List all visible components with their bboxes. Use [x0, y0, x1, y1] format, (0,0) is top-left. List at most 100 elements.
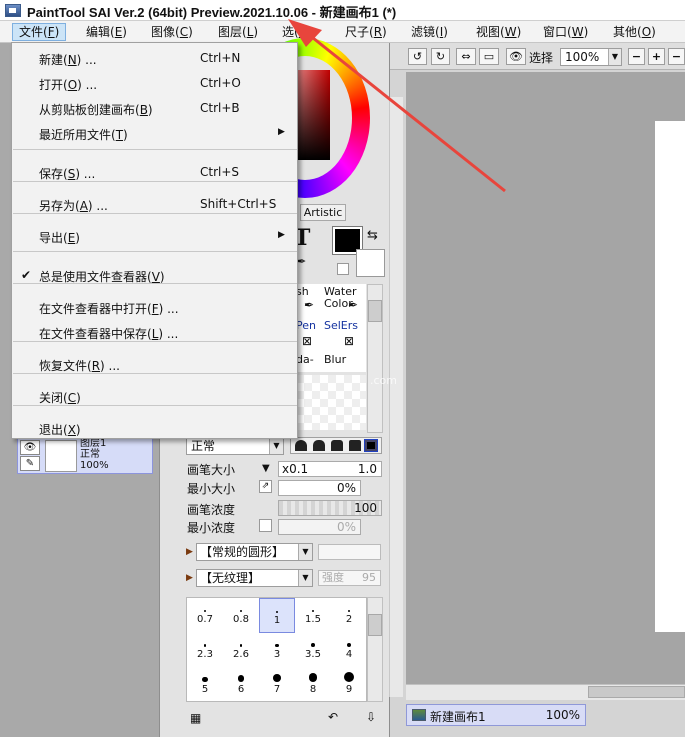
- min-density-checkbox[interactable]: [259, 519, 272, 532]
- tab-artistic[interactable]: Artistic: [300, 204, 346, 221]
- brush-shape-select[interactable]: 【常规的圆形】: [196, 543, 313, 561]
- brush-size-cell[interactable]: 2.6: [223, 633, 259, 668]
- tool-list-scroll-thumb[interactable]: [368, 300, 382, 322]
- eyedropper-icon[interactable]: ✒: [297, 255, 306, 268]
- chevron-down-icon[interactable]: ▼: [298, 544, 312, 560]
- file-menu-item[interactable]: 保存(S) ... Ctrl+S: [13, 161, 297, 185]
- file-menu-item[interactable]: 退出(X): [13, 417, 297, 441]
- min-size-field[interactable]: 0%: [278, 480, 361, 496]
- file-menu-item[interactable]: 恢复文件(R) ...: [13, 353, 297, 377]
- brush-tool-icon[interactable]: ✒: [304, 298, 314, 312]
- menu-item-8[interactable]: 窗口(W): [537, 23, 594, 41]
- reset-view-icon[interactable]: ▭: [479, 48, 499, 65]
- brush-size-cell[interactable]: 1.5: [295, 598, 331, 633]
- canvas-paper[interactable]: [655, 121, 685, 632]
- menu-item-3[interactable]: 图层(L): [212, 23, 264, 41]
- brush-size-field[interactable]: x0.1 1.0: [278, 461, 382, 477]
- brush-size-cell[interactable]: 2.3: [187, 633, 223, 668]
- brush-tool-icon[interactable]: ✒: [348, 298, 358, 312]
- size-dropdown-icon[interactable]: ▼: [262, 463, 270, 474]
- file-menu-item-label: 打开(O) ...: [39, 78, 98, 92]
- min-density-field[interactable]: 0%: [278, 519, 361, 535]
- file-menu-item[interactable]: ✔ 总是使用文件查看器(V): [13, 264, 297, 288]
- menu-item-7[interactable]: 视图(W): [470, 23, 527, 41]
- brush-size-cell[interactable]: 1: [259, 598, 295, 633]
- background-color-swatch[interactable]: [356, 249, 385, 277]
- shape-param-field[interactable]: [318, 544, 381, 560]
- tool-label[interactable]: SelErs: [324, 320, 358, 332]
- brush-size-cell[interactable]: 3: [259, 633, 295, 668]
- shape-hard-icon[interactable]: [349, 440, 361, 451]
- import-icon[interactable]: ⇩: [366, 710, 376, 724]
- file-menu-item-label: 另存为(A) ...: [39, 199, 108, 213]
- file-menu-item[interactable]: 在文件查看器中保存(L) ...: [13, 321, 297, 345]
- canvas-tab[interactable]: 新建画布1 100%: [406, 704, 586, 726]
- transparent-color-icon[interactable]: [337, 263, 349, 275]
- rotate-right-icon[interactable]: ↻: [431, 48, 450, 65]
- brush-size-cell[interactable]: 0.8: [223, 598, 259, 633]
- size-grid-scroll-thumb[interactable]: [368, 614, 382, 636]
- shape-medium-icon[interactable]: [331, 440, 343, 451]
- panel-scrollbar[interactable]: [389, 97, 403, 697]
- brush-tool-icon[interactable]: ⊠: [302, 334, 312, 348]
- rotate-left-icon[interactable]: ↺: [408, 48, 427, 65]
- texture-strength-field[interactable]: 强度 95: [318, 570, 381, 586]
- menu-item-6[interactable]: 滤镜(I): [405, 23, 454, 41]
- shape-square-icon[interactable]: [364, 439, 378, 452]
- shape-soft-icon[interactable]: [313, 440, 325, 451]
- pencil-icon[interactable]: ✎: [20, 456, 40, 471]
- brush-size-cell[interactable]: 6: [223, 668, 259, 703]
- tool-label[interactable]: Pen: [296, 320, 316, 332]
- file-menu-item[interactable]: 导出(E) ▶: [13, 225, 297, 249]
- file-menu-item[interactable]: 新建(N) ... Ctrl+N: [13, 47, 297, 71]
- brush-size-cell[interactable]: 8: [295, 668, 331, 703]
- size-multiplier: x0.1: [282, 462, 309, 476]
- zoom-in-icon[interactable]: +: [648, 48, 665, 65]
- brush-size-cell[interactable]: 0.7: [187, 598, 223, 633]
- tool-label[interactable]: da-: [296, 354, 314, 366]
- file-menu-item-label: 从剪贴板创建画布(B): [39, 103, 153, 117]
- brush-size-cell[interactable]: 3.5: [295, 633, 331, 668]
- brush-size-cell[interactable]: 5: [187, 668, 223, 703]
- file-menu-item[interactable]: 打开(O) ... Ctrl+O: [13, 72, 297, 96]
- brush-size-cell[interactable]: 7: [259, 668, 295, 703]
- menu-item-hotkey: F: [47, 25, 55, 39]
- chevron-down-icon[interactable]: ▼: [298, 570, 312, 586]
- tool-label[interactable]: Blur: [324, 354, 346, 366]
- canvas-scroll-thumb[interactable]: [588, 686, 685, 698]
- eye-icon[interactable]: 👁: [20, 440, 40, 455]
- chevron-down-icon[interactable]: ▼: [608, 49, 621, 65]
- brush-size-cell[interactable]: 2: [331, 598, 367, 633]
- zoom-out-icon[interactable]: −: [628, 48, 645, 65]
- size-grid-scrollbar[interactable]: [367, 597, 383, 702]
- texture-select[interactable]: 【无纹理】: [196, 569, 313, 587]
- expand-arrow-icon[interactable]: ▶: [186, 573, 193, 583]
- menu-item-9[interactable]: 其他(O): [607, 23, 662, 41]
- menu-item-0[interactable]: 文件(F): [12, 23, 67, 41]
- swap-colors-icon[interactable]: ⇆: [367, 228, 378, 243]
- brush-size-label: 2: [345, 613, 353, 625]
- brush-tool-icon[interactable]: ⊠: [344, 334, 354, 348]
- expand-arrow-icon[interactable]: ▶: [186, 547, 193, 557]
- flip-icon[interactable]: ⇔: [456, 48, 476, 65]
- menu-item-1[interactable]: 编辑(E): [80, 23, 133, 41]
- eye-icon[interactable]: 👁: [506, 48, 526, 65]
- menu-item-label: 文件(: [19, 25, 48, 39]
- brush-size-cell[interactable]: 4: [331, 633, 367, 668]
- reset-zoom-icon[interactable]: −: [668, 48, 685, 65]
- menu-item-5[interactable]: 尺子(R): [339, 23, 393, 41]
- menu-item-paren: ): [188, 25, 193, 39]
- file-menu-item[interactable]: 关闭(C): [13, 385, 297, 409]
- canvas-area[interactable]: [406, 72, 685, 684]
- brush-size-cell[interactable]: 9: [331, 668, 367, 703]
- file-menu-item[interactable]: 在文件查看器中打开(F) ...: [13, 296, 297, 320]
- grid-icon[interactable]: ▦: [190, 711, 201, 725]
- pressure-icon[interactable]: ⇗: [259, 480, 272, 493]
- undo-icon[interactable]: ↶: [328, 710, 338, 724]
- file-menu-item[interactable]: 从剪贴板创建画布(B) Ctrl+B: [13, 97, 297, 121]
- file-menu-item[interactable]: 另存为(A) ... Shift+Ctrl+S: [13, 193, 297, 217]
- menu-item-2[interactable]: 图像(C): [145, 23, 199, 41]
- file-menu-item[interactable]: 最近所用文件(T) ▶: [13, 122, 297, 146]
- density-field[interactable]: 100: [278, 500, 382, 516]
- shape-round-icon[interactable]: [295, 440, 307, 451]
